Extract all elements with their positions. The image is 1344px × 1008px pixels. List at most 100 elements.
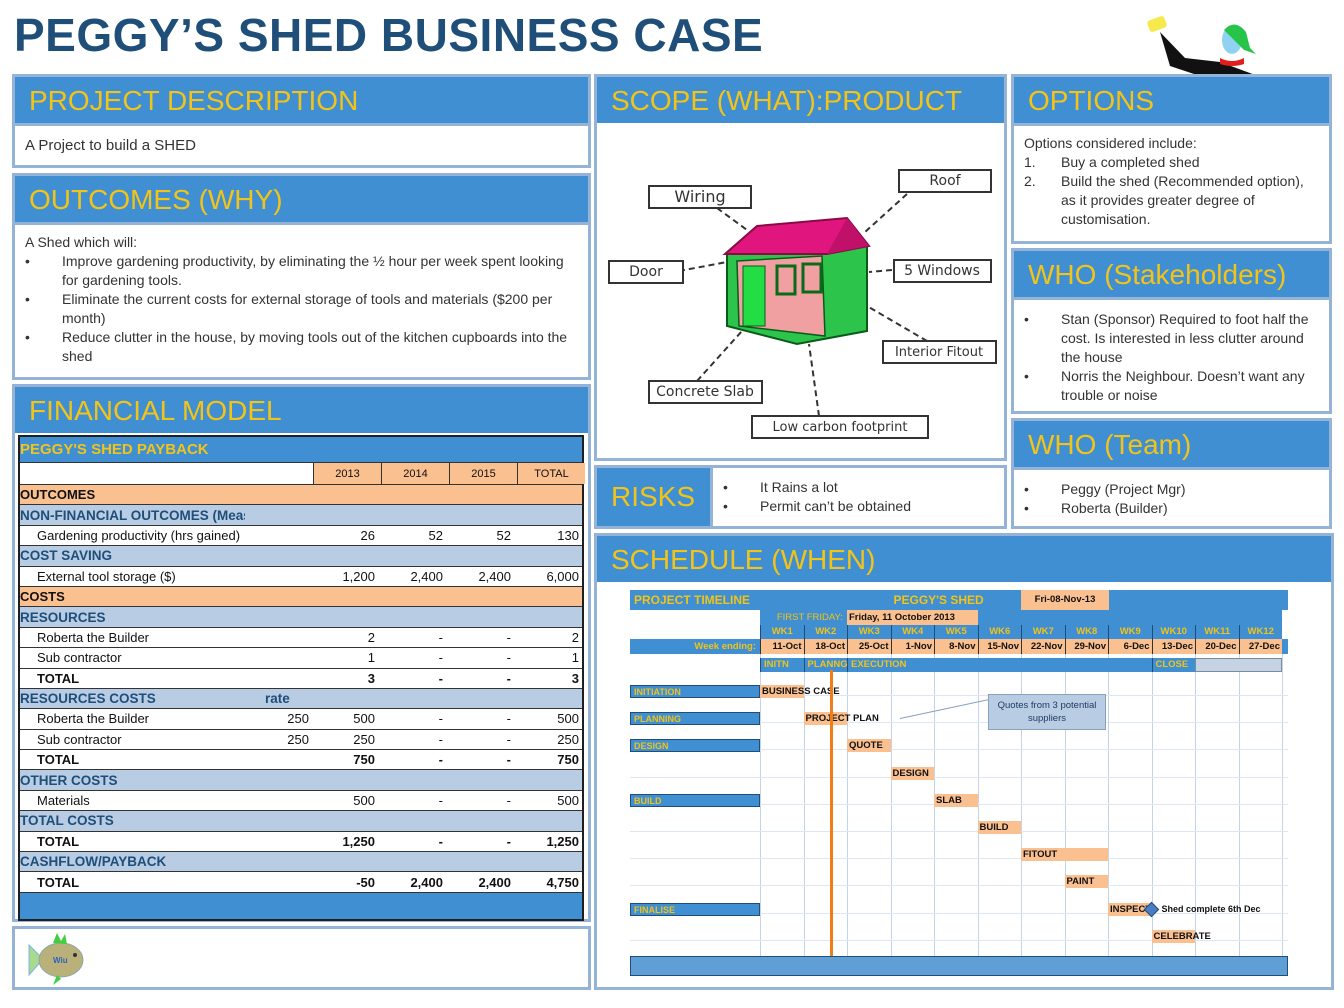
- scope-panel: SCOPE (WHAT):PRODUCT Wiring Roof Door 5 …: [594, 74, 1007, 461]
- value-cell: -: [506, 793, 511, 809]
- week-date: 15-Nov: [977, 639, 1021, 654]
- column-header: TOTAL: [517, 463, 585, 484]
- row-label: External tool storage ($): [37, 568, 176, 584]
- value-cell: 2,400: [478, 568, 511, 584]
- value-cell: 1: [367, 650, 375, 666]
- options-panel: OPTIONS Options considered include: 1. Bu…: [1011, 74, 1332, 244]
- phase-label: EXECUTION: [847, 658, 1152, 672]
- shed-diagram: Wiring Roof Door 5 Windows Interior Fito…: [608, 169, 997, 439]
- value-cell: -: [506, 629, 511, 645]
- value-cell: 500: [353, 711, 375, 727]
- phase-label: CLOSE: [1151, 658, 1195, 672]
- value-cell: 3: [367, 670, 375, 686]
- value-cell: -: [506, 711, 511, 727]
- row-label: COSTS: [20, 589, 65, 605]
- team-heading: WHO (Team): [1014, 421, 1329, 467]
- week-label: WK11: [1195, 625, 1239, 639]
- financial-model-heading: FINANCIAL MODEL: [15, 387, 588, 433]
- value-cell: -: [438, 711, 443, 727]
- value-cell: 3: [571, 670, 579, 686]
- rate-cell: 250: [287, 731, 309, 747]
- column-header: 2015: [449, 463, 517, 484]
- stakeholder-item: Stan (Sponsor) Required to foot half the…: [1024, 310, 1319, 367]
- week-label: WK1: [760, 625, 804, 639]
- project-timeline-gantt: PROJECT TIMELINE PEGGY'S SHED Fri-08-Nov-1…: [630, 590, 1288, 976]
- cup-icon: [1147, 16, 1167, 32]
- row-label: OTHER COSTS: [20, 772, 118, 788]
- status-date: Fri-08-Nov-13: [1021, 590, 1109, 610]
- phase-empty: [1195, 658, 1282, 672]
- row-label: RESOURCES: [20, 609, 106, 625]
- outcome-item: Reduce clutter in the house, by moving t…: [25, 328, 578, 366]
- value-cell: 1,200: [342, 568, 375, 584]
- value-cell: 52: [428, 527, 443, 543]
- shed-door-icon: [742, 265, 766, 327]
- value-cell: -: [438, 833, 443, 849]
- value-cell: 2: [367, 629, 375, 645]
- payback-table-title: PEGGY'S SHED PAYBACK: [20, 437, 582, 463]
- options-intro: Options considered include:: [1024, 135, 1197, 151]
- week-date: 1-Nov: [890, 639, 934, 654]
- grid-line: [630, 858, 1288, 860]
- project-description-text: A Project to build a SHED: [15, 123, 588, 163]
- outcome-item: Improve gardening productivity, by elimi…: [25, 252, 578, 290]
- fish-eye-icon: [73, 953, 77, 957]
- week-date: 11-Oct: [760, 639, 804, 654]
- scope-label: Low carbon footprint: [773, 420, 908, 435]
- svg-text:Wiu: Wiu: [53, 956, 68, 965]
- scope-label: Concrete Slab: [656, 384, 754, 400]
- table-row: Gardening productivity (hrs gained) 26 52 5…: [20, 525, 582, 547]
- table-row: Materials 500 - - 500: [20, 790, 582, 812]
- today-marker-line: [829, 670, 833, 956]
- value-cell: -: [506, 650, 511, 666]
- table-row: Sub contractor 250 250 - - 250: [20, 729, 582, 751]
- stakeholders-list: Stan (Sponsor) Required to foot half the…: [1024, 310, 1319, 405]
- value-cell: 500: [557, 793, 579, 809]
- value-cell: -: [438, 670, 443, 686]
- value-cell: -: [506, 833, 511, 849]
- week-label: WK5: [934, 625, 978, 639]
- week-label: WK6: [977, 625, 1022, 639]
- stage-label: BUILD: [630, 793, 760, 807]
- stage-label: FINALISE: [630, 902, 760, 916]
- value-cell: 4,750: [546, 874, 579, 890]
- risk-item: It Rains a lot: [723, 478, 994, 497]
- scope-label: Door: [629, 264, 663, 280]
- section-row: RESOURCES COSTS rate: [20, 688, 582, 710]
- milestone-label: Shed complete 6th Dec: [1161, 903, 1261, 914]
- row-label: TOTAL: [37, 752, 80, 768]
- value-cell: 1: [571, 650, 579, 666]
- value-cell: -: [438, 731, 443, 747]
- value-cell: 130: [557, 527, 579, 543]
- value-cell: 750: [353, 752, 375, 768]
- outcome-item: Eliminate the current costs for external…: [25, 290, 578, 328]
- section-row: OUTCOMES: [20, 485, 582, 506]
- team-panel: WHO (Team) Peggy (Project Mgr) Roberta (…: [1011, 418, 1332, 529]
- outcomes-panel: OUTCOMES (WHY) A Shed which will: Improv…: [12, 173, 591, 380]
- stage-label: PLANNING: [630, 712, 760, 726]
- value-cell: 750: [557, 752, 579, 768]
- value-cell: 52: [496, 527, 511, 543]
- stakeholders-panel: WHO (Stakeholders) Stan (Sponsor) Requir…: [1011, 248, 1332, 414]
- payback-table-header: 2013 2014 2015 TOTAL: [20, 463, 585, 485]
- week-date: 13-Dec: [1151, 639, 1195, 654]
- value-cell: 250: [557, 731, 579, 747]
- row-label: TOTAL COSTS: [20, 813, 114, 829]
- phase-label: PLANNG: [803, 658, 848, 672]
- value-cell: -: [506, 731, 511, 747]
- task-bar: SLAB: [934, 793, 978, 807]
- section-row: CASHFLOW/PAYBACK: [20, 852, 582, 873]
- row-label: COST SAVING: [20, 548, 113, 564]
- section-row: RESOURCES: [20, 607, 582, 628]
- phase-label: INITN: [760, 658, 804, 672]
- section-row: COST SAVING: [20, 546, 582, 567]
- week-date: 20-Dec: [1195, 639, 1239, 654]
- team-member: Roberta (Builder): [1024, 499, 1319, 518]
- value-cell: 250: [353, 731, 375, 747]
- table-row: External tool storage ($) 1,200 2,400 2,400…: [20, 566, 582, 587]
- options-heading: OPTIONS: [1014, 77, 1329, 123]
- fish-fin-icon: [53, 933, 67, 944]
- payback-table: PEGGY'S SHED PAYBACK 2013 2014 2015 TOTA…: [18, 435, 585, 921]
- grid-line: [630, 776, 1288, 778]
- stakeholders-heading: WHO (Stakeholders): [1014, 251, 1329, 297]
